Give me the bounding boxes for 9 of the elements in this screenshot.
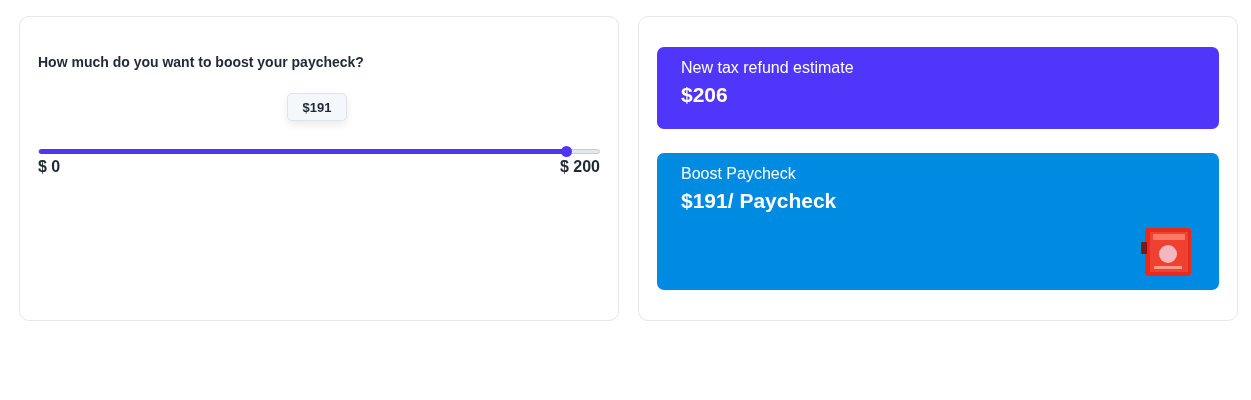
max-label: $ 200 xyxy=(559,158,600,176)
question-text: How much do you want to boost your paycheck? xyxy=(38,54,365,70)
slider-thumb[interactable] xyxy=(561,146,573,157)
min-label: $ 0 xyxy=(38,158,61,176)
boost-value: $191/ Paycheck xyxy=(681,189,838,214)
boost-label: Boost Paycheck xyxy=(681,165,797,184)
value-tooltip: $191 xyxy=(287,93,347,121)
refund-value: $206 xyxy=(681,83,729,107)
refund-label: New tax refund estimate xyxy=(681,59,855,77)
